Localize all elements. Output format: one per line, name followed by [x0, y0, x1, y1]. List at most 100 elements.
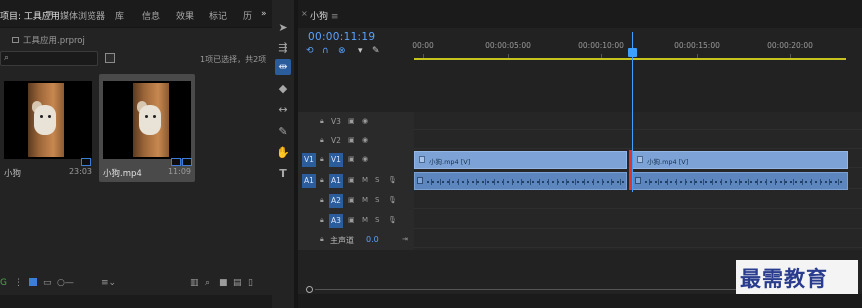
solo-button[interactable]: S: [375, 196, 379, 204]
track-lane-a2[interactable]: [414, 191, 862, 209]
track-header-v3[interactable]: 🔒︎ V3 ▣ ◉: [298, 113, 414, 131]
voice-over-record-icon[interactable]: 🎙︎: [388, 176, 397, 184]
mute-button[interactable]: M: [362, 176, 368, 184]
sync-lock-icon[interactable]: ▣: [348, 176, 355, 184]
solo-button[interactable]: S: [375, 216, 379, 224]
audio-clip[interactable]: [632, 172, 848, 190]
eye-icon[interactable]: ◉: [362, 155, 368, 163]
video-clip[interactable]: 小狗.mp4 [V]: [632, 151, 848, 169]
ruler-label: 00:00: [412, 41, 434, 50]
eye-icon[interactable]: ◉: [362, 117, 368, 125]
track-header-a3[interactable]: 🔒︎ A3 ▣ M S 🎙︎: [298, 212, 414, 230]
track-header-a2[interactable]: 🔒︎ A2 ▣ M S 🎙︎: [298, 192, 414, 210]
pen-tool-icon[interactable]: ✎: [275, 124, 291, 140]
track-header-master[interactable]: 🔒︎ 主声道 0.0 ⇥: [298, 231, 414, 249]
mute-button[interactable]: M: [362, 216, 368, 224]
new-item-icon[interactable]: ▤: [233, 278, 242, 288]
razor-tool-icon[interactable]: ◆: [275, 81, 291, 97]
go-to-end-icon[interactable]: ⇥: [402, 235, 408, 243]
more-tabs-icon[interactable]: »: [261, 9, 267, 19]
slip-tool-icon[interactable]: ↔: [275, 102, 291, 118]
ripple-edit-tool-icon[interactable]: ⇹: [275, 59, 291, 75]
track-name[interactable]: A3: [329, 214, 343, 228]
track-lane-a3[interactable]: [414, 211, 862, 229]
timecode-display[interactable]: 00:00:11:19: [308, 31, 375, 43]
tab-history[interactable]: 历: [243, 9, 252, 22]
tab-media-browser[interactable]: 媒体浏览器: [60, 9, 105, 22]
track-lane-v1[interactable]: 小狗.mp4 [V] 小狗.mp4 [V]: [414, 150, 862, 169]
track-header-v2[interactable]: 🔒︎ V2 ▣ ◉: [298, 132, 414, 150]
nest-icon[interactable]: ⟲: [306, 46, 314, 56]
zoom-slider-icon[interactable]: ○—: [57, 278, 74, 288]
track-name[interactable]: V1: [329, 153, 343, 167]
playhead-handle[interactable]: [628, 48, 637, 57]
selection-tool-icon[interactable]: ➤: [275, 20, 291, 36]
work-area-bar[interactable]: [414, 58, 846, 60]
lock-icon[interactable]: 🔒︎: [320, 155, 324, 164]
type-tool-icon[interactable]: T: [275, 166, 291, 182]
close-icon[interactable]: ×: [301, 9, 308, 18]
sync-lock-icon[interactable]: ▣: [348, 216, 355, 224]
panel-menu-icon[interactable]: ≡: [46, 9, 54, 19]
automate-icon[interactable]: ▥: [190, 278, 199, 288]
voice-over-record-icon[interactable]: 🎙︎: [388, 196, 397, 204]
audio-clip[interactable]: [414, 172, 627, 190]
mute-button[interactable]: M: [362, 196, 368, 204]
track-name[interactable]: A2: [329, 194, 343, 208]
tab-info[interactable]: 信息: [142, 9, 160, 22]
track-header-v1[interactable]: V1 🔒︎ V1 ▣ ◉: [298, 151, 414, 169]
icon-view-icon[interactable]: [29, 278, 37, 286]
search-input[interactable]: ⌕: [0, 51, 98, 66]
linked-selection-icon[interactable]: ⊗: [338, 46, 346, 56]
sort-icon[interactable]: ≡⌄: [101, 278, 116, 288]
clip-thumbnail-xiaogou-mp4[interactable]: 小狗.mp4 11:09: [99, 74, 195, 182]
clip-duration: 11:09: [167, 167, 191, 176]
clip-thumbnail-xiaogou[interactable]: 小狗 23:03: [0, 74, 96, 182]
track-lane-v3[interactable]: [414, 112, 862, 130]
write-protect-icon[interactable]: G: [0, 278, 7, 288]
lock-icon[interactable]: 🔒︎: [320, 136, 324, 145]
tab-effects[interactable]: 效果: [176, 9, 194, 22]
lock-icon[interactable]: 🔒︎: [320, 117, 324, 126]
zoom-handle-left[interactable]: [306, 286, 313, 293]
track-area[interactable]: 小狗.mp4 [V] 小狗.mp4 [V]: [414, 112, 862, 250]
track-lane-v2[interactable]: [414, 131, 862, 149]
panel-menu-icon[interactable]: ≡: [331, 12, 339, 22]
eye-icon[interactable]: ◉: [362, 136, 368, 144]
hand-tool-icon[interactable]: ✋: [275, 145, 291, 161]
sync-lock-icon[interactable]: ▣: [348, 196, 355, 204]
sync-lock-icon[interactable]: ▣: [348, 117, 355, 125]
track-select-tool-icon[interactable]: ⇶: [275, 40, 291, 56]
freeform-view-icon[interactable]: ▭: [43, 278, 52, 288]
video-clip[interactable]: 小狗.mp4 [V]: [414, 151, 627, 169]
settings-wrench-icon[interactable]: ✎: [372, 46, 380, 56]
tab-markers[interactable]: 标记: [209, 9, 227, 22]
ruler-label: 00:00:20:00: [767, 41, 813, 50]
source-patch-v1[interactable]: V1: [302, 153, 316, 167]
new-bin-from-search-icon[interactable]: [105, 53, 115, 63]
sync-lock-icon[interactable]: ▣: [348, 136, 355, 144]
new-bin-icon[interactable]: ■: [219, 278, 228, 288]
tab-libraries[interactable]: 库: [115, 9, 124, 22]
master-volume[interactable]: 0.0: [366, 235, 379, 244]
tab-sequence[interactable]: 小狗 ≡: [310, 9, 338, 22]
lock-icon[interactable]: 🔒︎: [320, 216, 324, 225]
add-marker-icon[interactable]: ▾: [358, 46, 363, 56]
find-icon[interactable]: ⌕: [205, 278, 210, 288]
snap-icon[interactable]: ∩: [322, 46, 329, 56]
lock-icon[interactable]: 🔒︎: [320, 235, 324, 244]
clear-icon[interactable]: ▯: [248, 278, 253, 288]
lock-icon[interactable]: 🔒︎: [320, 176, 324, 185]
track-header-a1[interactable]: A1 🔒︎ A1 ▣ M S 🎙︎: [298, 172, 414, 190]
track-lane-a1[interactable]: [414, 171, 862, 190]
voice-over-record-icon[interactable]: 🎙︎: [388, 216, 397, 224]
list-view-icon[interactable]: ⋮: [14, 278, 23, 288]
track-lane-master[interactable]: [414, 230, 862, 248]
edit-point-marker: [629, 150, 632, 190]
sync-lock-icon[interactable]: ▣: [348, 155, 355, 163]
selection-info: 1项已选择，共2项: [200, 55, 267, 64]
lock-icon[interactable]: 🔒︎: [320, 196, 324, 205]
track-name[interactable]: A1: [329, 174, 343, 188]
source-patch-a1[interactable]: A1: [302, 174, 316, 188]
solo-button[interactable]: S: [375, 176, 379, 184]
